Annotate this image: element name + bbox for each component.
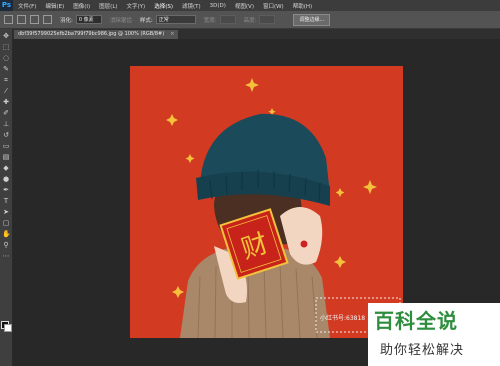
height-label: 高度: xyxy=(243,17,257,24)
document-canvas[interactable]: 财 小红书号:63818 xyxy=(130,66,403,338)
menu-filter[interactable]: 滤镜(T) xyxy=(182,2,201,10)
menu-window[interactable]: 窗口(W) xyxy=(263,2,284,10)
gradient-tool-icon[interactable]: ▤ xyxy=(2,153,10,161)
eraser-tool-icon[interactable]: ▭ xyxy=(2,142,10,150)
document-tab-title: dbf39f5799025efb2ba799f79bc986.jpg @ 100… xyxy=(18,31,165,37)
document-tab-bar: dbf39f5799025efb2ba799f79bc986.jpg @ 100… xyxy=(12,29,500,39)
style-select[interactable]: 正常 xyxy=(155,15,196,24)
menu-help[interactable]: 帮助(H) xyxy=(293,2,312,10)
canvas-caption: 小红书号:63818 xyxy=(320,314,365,322)
history-brush-tool-icon[interactable]: ↺ xyxy=(2,131,10,139)
menu-layer[interactable]: 图层(L) xyxy=(99,2,117,10)
menu-select[interactable]: 选择(S) xyxy=(154,2,173,10)
menu-image[interactable]: 图像(I) xyxy=(73,2,90,10)
refine-edge-button[interactable]: 调整边缘... xyxy=(293,13,331,26)
feather-label: 羽化: xyxy=(60,17,73,24)
more-tools-icon[interactable]: ⋯ xyxy=(2,252,10,260)
clone-stamp-tool-icon[interactable]: ⊥ xyxy=(2,120,10,128)
tools-panel: ✥ ⬚ ◌ ✎ ⌗ ⁄ ✚ ✐ ⊥ ↺ ▭ ▤ ◆ ● ✒ T ➤ ▢ ✋ ⚲ … xyxy=(0,29,13,366)
brush-tool-icon[interactable]: ✐ xyxy=(2,109,10,117)
lasso-tool-icon[interactable]: ◌ xyxy=(2,54,10,62)
menu-type[interactable]: 文字(Y) xyxy=(127,2,146,10)
hand-tool-icon[interactable]: ✋ xyxy=(2,230,11,238)
move-tool-icon[interactable]: ✥ xyxy=(2,32,10,40)
zoom-tool-icon[interactable]: ⚲ xyxy=(2,241,10,249)
menu-bar: Ps 文件(F) 编辑(E) 图像(I) 图层(L) 文字(Y) 选择(S) 滤… xyxy=(0,0,500,11)
subtract-selection-icon[interactable] xyxy=(43,15,52,24)
menu-edit[interactable]: 编辑(E) xyxy=(45,2,64,10)
hand-flower xyxy=(300,240,308,248)
close-icon[interactable]: × xyxy=(170,31,174,37)
width-label: 宽度: xyxy=(203,17,217,24)
watermark-subtitle: 助你轻松解决 xyxy=(380,343,465,358)
pen-tool-icon[interactable]: ✒ xyxy=(2,186,10,194)
canvas-illustration: 财 小红书号:63818 xyxy=(130,66,403,338)
menu-3d[interactable]: 3D(D) xyxy=(210,3,226,9)
marquee-tool-icon[interactable] xyxy=(4,15,13,24)
quick-select-tool-icon[interactable]: ✎ xyxy=(2,65,10,73)
blur-tool-icon[interactable]: ◆ xyxy=(2,164,10,172)
path-select-tool-icon[interactable]: ➤ xyxy=(2,208,10,216)
document-tab[interactable]: dbf39f5799025efb2ba799f79bc986.jpg @ 100… xyxy=(14,30,179,39)
new-selection-icon[interactable] xyxy=(17,15,26,24)
antialias-checkbox[interactable]: 消除锯齿 xyxy=(110,16,132,24)
dodge-tool-icon[interactable]: ● xyxy=(2,175,10,183)
marquee-tool-icon[interactable]: ⬚ xyxy=(2,43,10,51)
background-color-swatch[interactable] xyxy=(4,324,12,332)
healing-brush-tool-icon[interactable]: ✚ xyxy=(2,98,10,106)
type-tool-icon[interactable]: T xyxy=(2,197,10,205)
feather-input[interactable]: 0 像素 xyxy=(75,15,102,24)
add-to-selection-icon[interactable] xyxy=(30,15,39,24)
watermark-title: 百科全说 xyxy=(374,309,458,333)
menu-file[interactable]: 文件(F) xyxy=(18,2,36,10)
options-bar: 羽化: 0 像素 消除锯齿 样式: 正常 宽度: 高度: 调整边缘... xyxy=(0,11,500,29)
watermark-badge: 百科全说 助你轻松解决 xyxy=(368,303,500,366)
shape-tool-icon[interactable]: ▢ xyxy=(2,219,10,227)
menu-view[interactable]: 视图(V) xyxy=(235,2,254,10)
photoshop-logo: Ps xyxy=(0,0,13,11)
eyedropper-tool-icon[interactable]: ⁄ xyxy=(2,87,10,95)
height-input[interactable] xyxy=(259,15,276,24)
width-input[interactable] xyxy=(219,15,236,24)
crop-tool-icon[interactable]: ⌗ xyxy=(2,76,10,84)
style-label: 样式: xyxy=(139,17,153,24)
